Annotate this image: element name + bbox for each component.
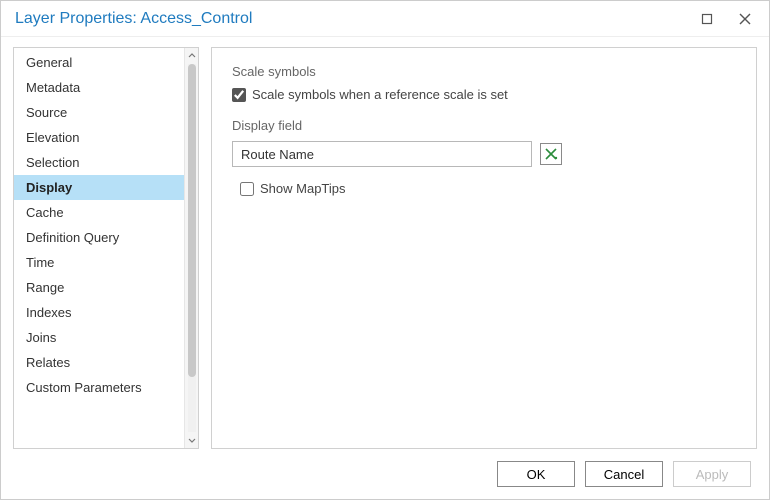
apply-button[interactable]: Apply — [673, 461, 751, 487]
maximize-button[interactable] — [697, 9, 717, 29]
window-title: Layer Properties: Access_Control — [15, 10, 697, 28]
sidebar-item-display[interactable]: Display — [14, 175, 184, 200]
dialog-window: Layer Properties: Access_Control General… — [0, 0, 770, 500]
dialog-body: GeneralMetadataSourceElevationSelectionD… — [1, 37, 769, 449]
titlebar: Layer Properties: Access_Control — [1, 1, 769, 37]
show-maptips-label: Show MapTips — [260, 181, 346, 196]
scale-symbols-checkbox-row[interactable]: Scale symbols when a reference scale is … — [232, 87, 736, 102]
sidebar-item-time[interactable]: Time — [14, 250, 184, 275]
chevron-down-icon[interactable] — [186, 434, 198, 446]
expression-button[interactable] — [540, 143, 562, 165]
ok-button[interactable]: OK — [497, 461, 575, 487]
maximize-icon — [701, 13, 713, 25]
sidebar-item-cache[interactable]: Cache — [14, 200, 184, 225]
sidebar-item-relates[interactable]: Relates — [14, 350, 184, 375]
sidebar-item-elevation[interactable]: Elevation — [14, 125, 184, 150]
sidebar-item-source[interactable]: Source — [14, 100, 184, 125]
sidebar-item-general[interactable]: General — [14, 50, 184, 75]
sidebar-item-metadata[interactable]: Metadata — [14, 75, 184, 100]
scale-symbols-heading: Scale symbols — [232, 64, 736, 79]
display-field-heading: Display field — [232, 118, 736, 133]
close-icon — [739, 13, 751, 25]
sidebar-list: GeneralMetadataSourceElevationSelectionD… — [14, 48, 184, 448]
sidebar-item-indexes[interactable]: Indexes — [14, 300, 184, 325]
content-panel: Scale symbols Scale symbols when a refer… — [211, 47, 757, 449]
sidebar-item-selection[interactable]: Selection — [14, 150, 184, 175]
cancel-button[interactable]: Cancel — [585, 461, 663, 487]
sidebar-item-definition-query[interactable]: Definition Query — [14, 225, 184, 250]
close-button[interactable] — [735, 9, 755, 29]
dialog-footer: OK Cancel Apply — [1, 449, 769, 499]
chevron-up-icon[interactable] — [186, 50, 198, 62]
display-field-input[interactable] — [232, 141, 532, 167]
display-field-row — [232, 141, 736, 167]
show-maptips-row[interactable]: Show MapTips — [240, 181, 736, 196]
scrollbar-thumb[interactable] — [188, 64, 196, 377]
category-sidebar: GeneralMetadataSourceElevationSelectionD… — [13, 47, 199, 449]
window-controls — [697, 9, 761, 29]
expression-icon — [544, 147, 558, 161]
sidebar-item-custom-parameters[interactable]: Custom Parameters — [14, 375, 184, 400]
sidebar-item-joins[interactable]: Joins — [14, 325, 184, 350]
scale-symbols-checkbox-label: Scale symbols when a reference scale is … — [252, 87, 508, 102]
show-maptips-checkbox[interactable] — [240, 182, 254, 196]
sidebar-item-range[interactable]: Range — [14, 275, 184, 300]
sidebar-scrollbar[interactable] — [184, 48, 198, 448]
scrollbar-track[interactable] — [188, 64, 196, 432]
scale-symbols-checkbox[interactable] — [232, 88, 246, 102]
